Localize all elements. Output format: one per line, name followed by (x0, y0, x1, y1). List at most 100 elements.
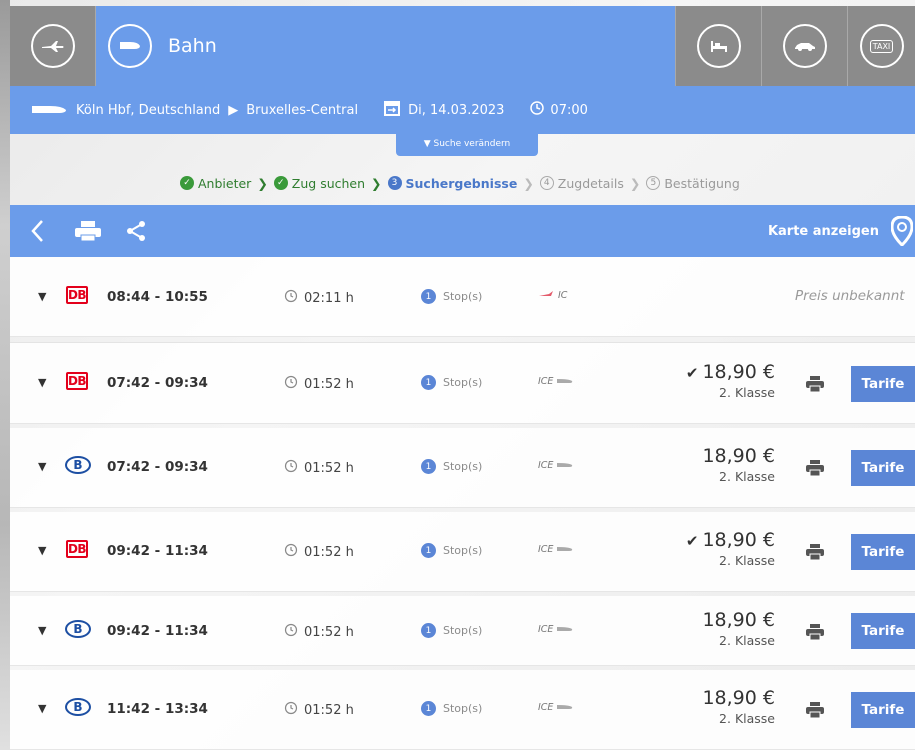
train-type: ICE (538, 460, 573, 471)
step-zug-suchen[interactable]: ✓ Zug suchen (273, 176, 365, 191)
step-label: Suchergebnisse (405, 175, 518, 191)
tarife-button[interactable]: Tarife (851, 613, 915, 649)
stops-label: Stop(s) (443, 544, 483, 557)
step-anbieter[interactable]: ✓ Anbieter (180, 176, 251, 191)
stops-label: Stop(s) (443, 702, 483, 715)
print-icon[interactable] (803, 457, 827, 479)
sncb-logo: B (65, 456, 91, 474)
step-label: Anbieter (198, 175, 252, 191)
mode-tabs: Bahn TAXI (10, 6, 915, 86)
duration-value: 01:52 h (304, 544, 354, 560)
step-number: 3 (387, 176, 402, 190)
price-value: 18,90 € (702, 687, 775, 709)
back-icon[interactable] (30, 219, 44, 243)
result-row[interactable]: ▼ DB 07:42 - 09:34 01:52 h 1 Stop(s) ICE… (10, 342, 915, 424)
check-icon: ✔ (685, 532, 699, 550)
print-icon[interactable] (803, 541, 827, 563)
show-map-button[interactable]: Karte anzeigen (768, 224, 879, 239)
expand-caret-icon[interactable]: ▼ (38, 702, 46, 715)
change-search-button[interactable]: ▼ Suche verändern (396, 134, 538, 156)
tab-car[interactable] (762, 6, 848, 86)
stops-label: Stop(s) (443, 460, 483, 473)
step-zugdetails: 4 Zugdetails (539, 175, 624, 191)
result-row[interactable]: ▼ DB 09:42 - 11:34 01:52 h 1 Stop(s) ICE… (10, 512, 915, 592)
map-pin-icon[interactable] (891, 216, 913, 246)
tarife-button[interactable]: Tarife (851, 534, 915, 570)
tab-train[interactable]: Bahn (96, 6, 676, 86)
travel-class: 2. Klasse (719, 469, 775, 484)
stops-count: 1 (421, 375, 436, 390)
stops[interactable]: 1 Stop(s) (421, 375, 482, 390)
history-icon (284, 289, 298, 307)
tarife-button[interactable]: Tarife (851, 692, 915, 728)
print-icon[interactable] (74, 220, 102, 242)
duration: 01:52 h (284, 623, 354, 641)
duration-value: 02:11 h (304, 290, 354, 306)
ice-train-icon (557, 376, 573, 387)
stops[interactable]: 1 Stop(s) (421, 289, 482, 304)
step-suchergebnisse: 3 Suchergebnisse (387, 175, 518, 191)
check-icon: ✓ (180, 176, 194, 190)
sncb-logo: B (65, 620, 91, 638)
travel-class: 2. Klasse (719, 385, 775, 400)
expand-caret-icon[interactable]: ▼ (38, 624, 46, 637)
stops[interactable]: 1 Stop(s) (421, 701, 482, 716)
train-type-label: ICE (538, 624, 554, 635)
result-row[interactable]: ▼ B 11:42 - 13:34 01:52 h 1 Stop(s) ICE … (10, 670, 915, 750)
expand-caret-icon[interactable]: ▼ (38, 544, 46, 557)
history-icon (284, 623, 298, 641)
tarife-button[interactable]: Tarife (851, 450, 915, 486)
result-row[interactable]: ▼ DB 08:44 - 10:55 02:11 h 1 Stop(s) IC … (10, 257, 915, 337)
price-block: 18,90 € 2. Klasse (615, 687, 775, 726)
result-row[interactable]: ▼ B 07:42 - 09:34 01:52 h 1 Stop(s) ICE … (10, 428, 915, 508)
print-icon[interactable] (803, 621, 827, 643)
db-logo: DB (66, 286, 88, 304)
duration-value: 01:52 h (304, 624, 354, 640)
stops-label: Stop(s) (443, 624, 483, 637)
taxi-label: TAXI (869, 39, 894, 53)
price-value: 18,90 € (702, 529, 775, 551)
step-number: 5 (646, 176, 661, 190)
share-icon[interactable] (126, 220, 146, 242)
stops-count: 1 (421, 623, 436, 638)
train-icon (108, 24, 152, 68)
stops[interactable]: 1 Stop(s) (421, 543, 482, 558)
step-label: Bestätigung (664, 175, 740, 191)
price-value: 18,90 € (702, 609, 775, 631)
step-bestaetigung: 5 Bestätigung (646, 175, 740, 191)
train-type-label: ICE (538, 376, 554, 387)
check-icon: ✓ (273, 176, 288, 190)
db-logo: DB (66, 372, 88, 390)
stops[interactable]: 1 Stop(s) (421, 623, 482, 638)
breadcrumb: ✓ Anbieter ❯ ✓ Zug suchen ❯ 3 Suchergebn… (180, 173, 740, 193)
tab-flight[interactable] (10, 6, 96, 86)
ic-train-icon (538, 290, 554, 301)
stops[interactable]: 1 Stop(s) (421, 459, 482, 474)
print-icon[interactable] (803, 373, 827, 395)
stops-count: 1 (421, 701, 436, 716)
price: ✔ 18,90 € (615, 529, 775, 551)
results-toolbar: Karte anzeigen (10, 205, 915, 257)
step-number: 4 (539, 176, 554, 190)
expand-caret-icon[interactable]: ▼ (38, 376, 46, 389)
departure-arrival-time: 09:42 - 11:34 (107, 623, 208, 639)
tarife-button[interactable]: Tarife (851, 366, 915, 402)
expand-caret-icon[interactable]: ▼ (38, 290, 46, 303)
car-icon (782, 24, 827, 68)
history-icon (284, 459, 298, 477)
print-icon[interactable] (803, 699, 827, 721)
duration: 01:52 h (284, 459, 354, 477)
tab-taxi[interactable]: TAXI (848, 6, 915, 86)
train-type: ICE (538, 702, 573, 713)
taxi-icon: TAXI (859, 24, 904, 68)
expand-caret-icon[interactable]: ▼ (38, 460, 46, 473)
departure-arrival-time: 07:42 - 09:34 (107, 375, 208, 391)
train-icon (32, 104, 68, 116)
history-icon (284, 543, 298, 561)
chevron-right-icon: ❯ (629, 175, 641, 191)
result-row[interactable]: ▼ B 09:42 - 11:34 01:52 h 1 Stop(s) ICE … (10, 596, 915, 666)
step-label: Zugdetails (557, 175, 624, 191)
tab-hotel[interactable] (676, 6, 762, 86)
route-time: 07:00 (550, 102, 588, 118)
train-type-label: ICE (538, 702, 554, 713)
